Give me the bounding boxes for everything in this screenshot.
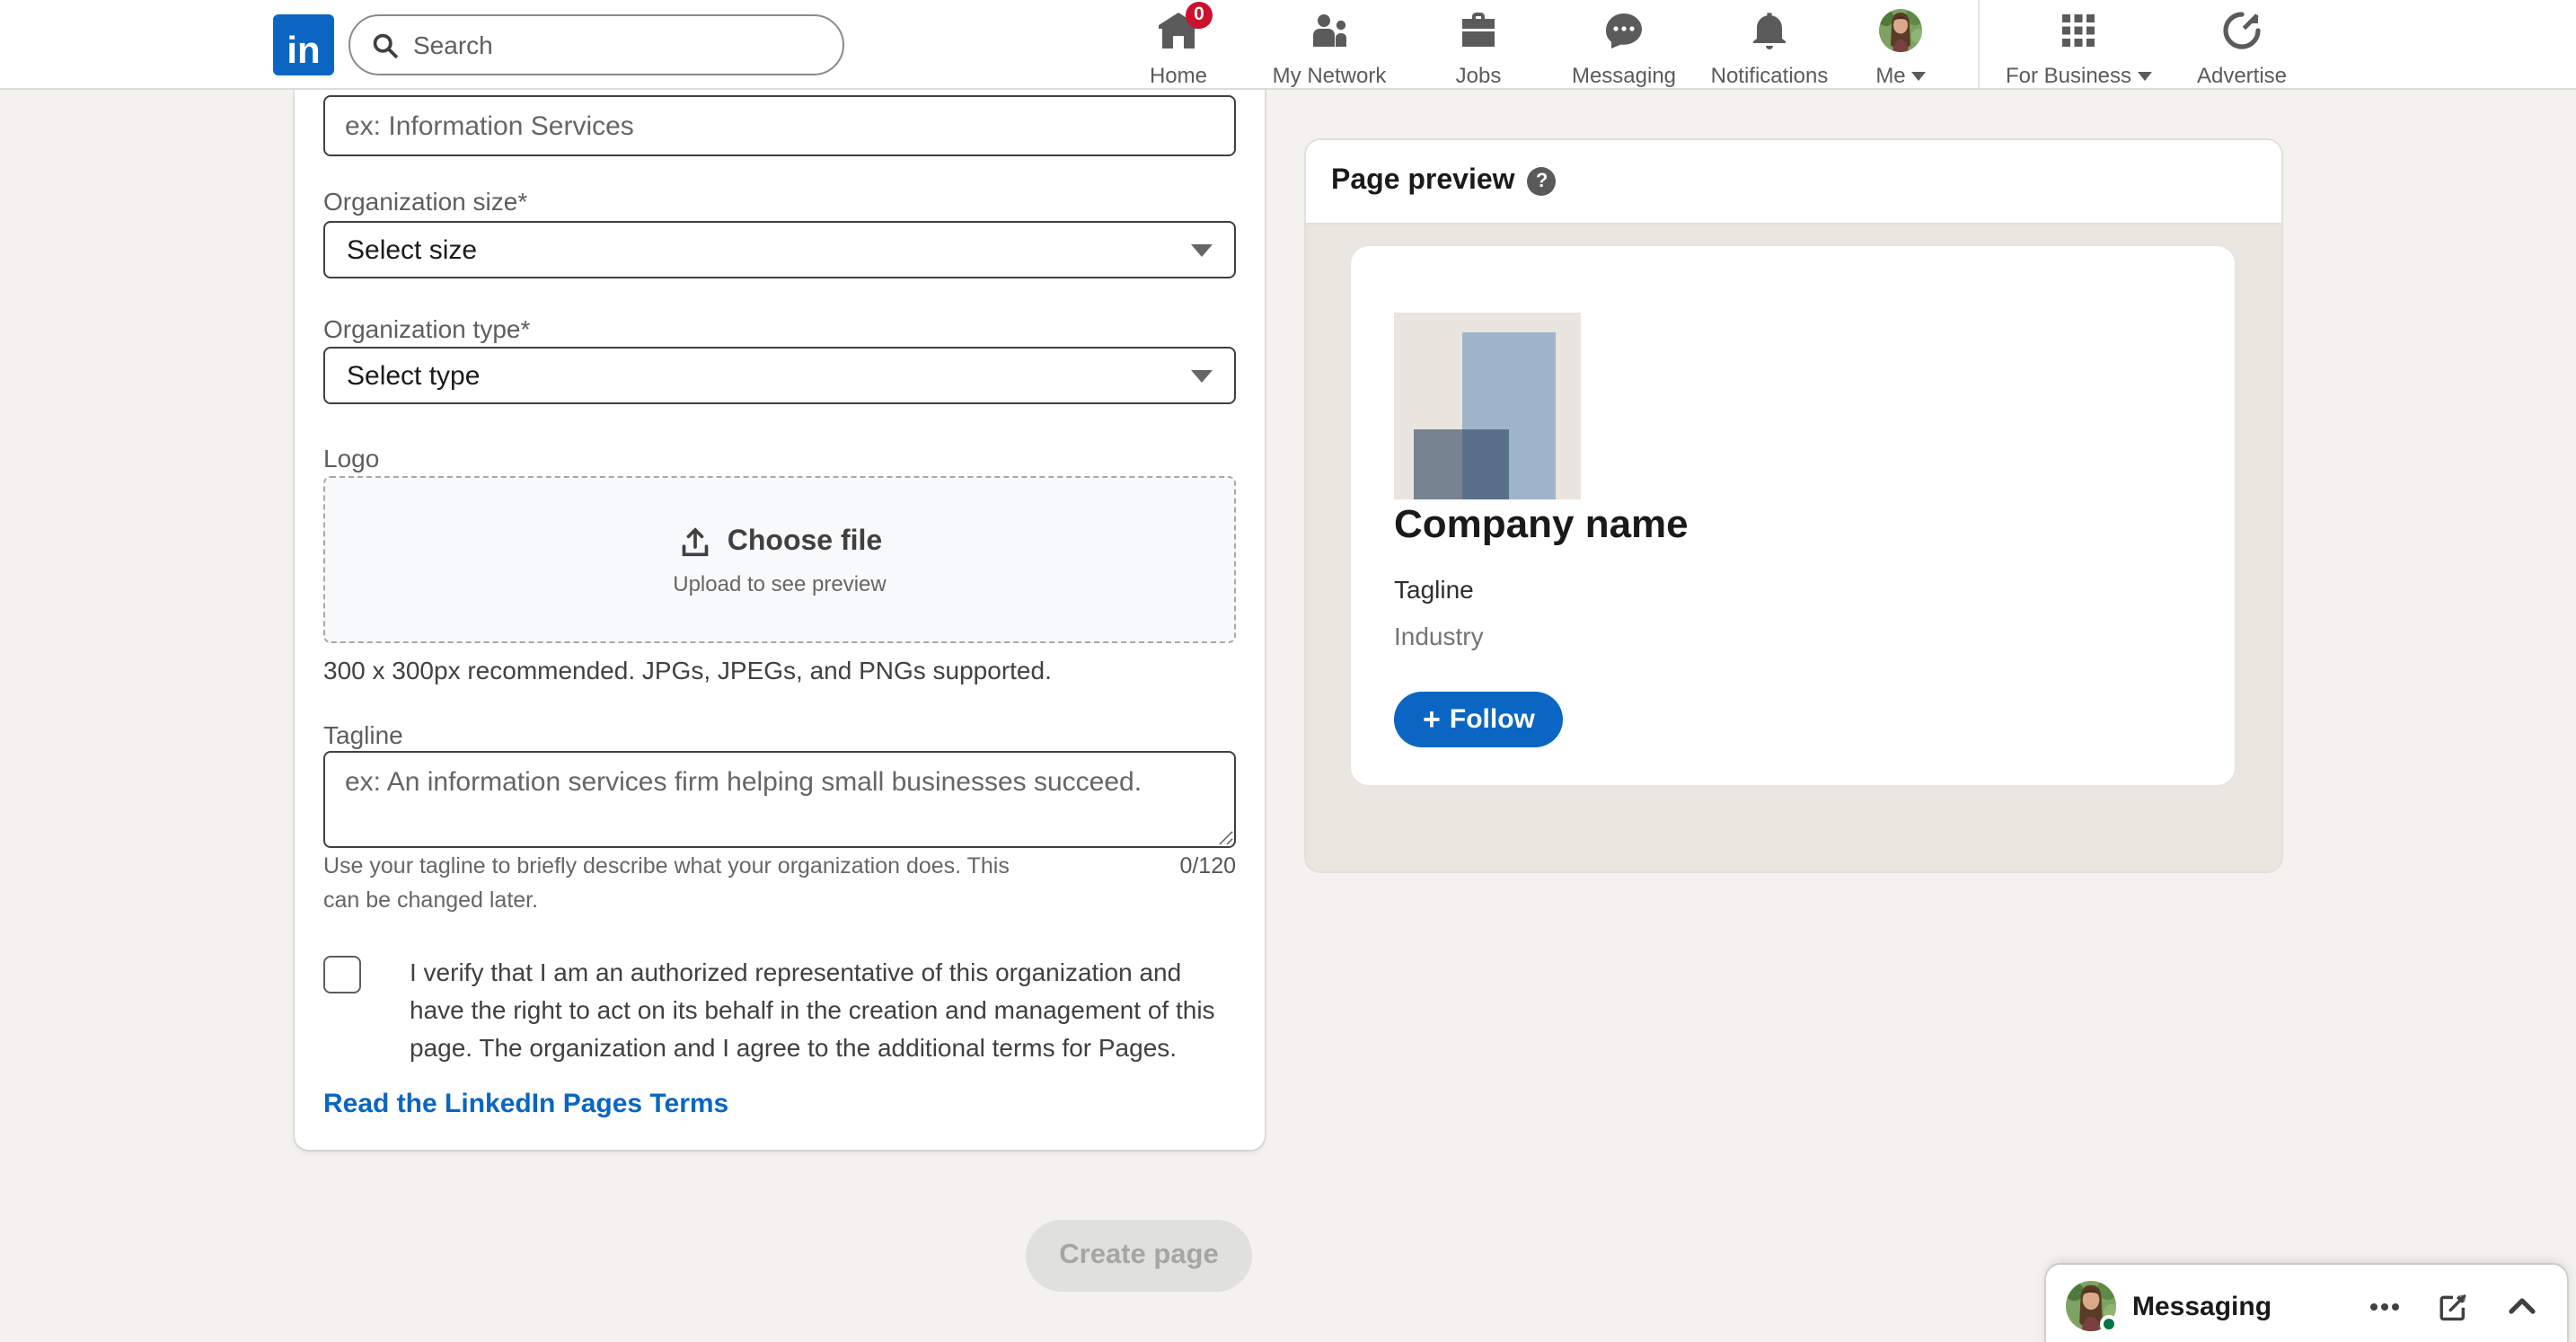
- tagline-char-counter: 0/120: [1179, 850, 1236, 920]
- nav-item-messaging[interactable]: Messaging: [1543, 9, 1705, 88]
- search-icon: [372, 31, 399, 58]
- messaging-dock-title: Messaging: [2132, 1291, 2369, 1321]
- nav-item-my-network[interactable]: My Network: [1248, 9, 1410, 88]
- logo-requirements-text: 300 x 300px recommended. JPGs, JPEGs, an…: [323, 656, 1236, 684]
- company-logo-placeholder: [1394, 313, 1581, 499]
- organization-size-select[interactable]: Select size: [323, 221, 1236, 278]
- search-bar[interactable]: [348, 14, 844, 75]
- notifications-icon: [1748, 9, 1791, 52]
- caret-down-icon: [1191, 243, 1213, 256]
- tagline-label: Tagline: [323, 720, 1236, 749]
- caret-down-icon: [1191, 369, 1213, 382]
- nav-label: Advertise: [2197, 63, 2287, 88]
- nav-label: Jobs: [1456, 63, 1502, 88]
- help-icon[interactable]: ?: [1528, 167, 1557, 196]
- nav-item-for-business[interactable]: For Business: [1989, 9, 2168, 88]
- messaging-dock[interactable]: Messaging: [2046, 1265, 2567, 1342]
- notification-badge: 0: [1186, 2, 1213, 29]
- linkedin-create-page-screen: in 0 Home My Net: [0, 0, 2576, 1342]
- tagline-helper-text: Use your tagline to briefly describe wha…: [323, 850, 1028, 920]
- plus-icon: +: [1423, 704, 1441, 735]
- nav-item-me[interactable]: Me: [1820, 9, 1981, 88]
- my-network-icon: [1308, 9, 1351, 52]
- search-input[interactable]: [413, 31, 790, 59]
- follow-button[interactable]: + Follow: [1394, 692, 1564, 747]
- grid-icon: [2057, 9, 2100, 52]
- nav-label: My Network: [1273, 63, 1387, 88]
- company-preview-card: Company name Tagline Industry + Follow: [1351, 246, 2235, 785]
- messaging-overflow-button[interactable]: [2369, 1291, 2400, 1321]
- chevron-down-icon: [1911, 71, 1926, 80]
- nav-label: Home: [1150, 63, 1207, 88]
- logo-label: Logo: [323, 444, 1236, 472]
- choose-file-label: Choose file: [728, 525, 882, 558]
- nav-item-advertise[interactable]: Advertise: [2161, 9, 2323, 88]
- preview-industry: Industry: [1394, 622, 1484, 650]
- organization-type-select[interactable]: Select type: [323, 347, 1236, 404]
- tagline-textarea[interactable]: [323, 751, 1236, 848]
- page-preview-header: Page preview ?: [1306, 140, 2281, 225]
- logo-bar-short: [1414, 429, 1509, 499]
- organization-name-input[interactable]: [323, 95, 1236, 156]
- online-status-dot: [2100, 1315, 2118, 1333]
- nav-divider: [1978, 0, 1980, 88]
- logo-upload-dropzone[interactable]: Choose file Upload to see preview: [323, 476, 1236, 643]
- preview-company-name: Company name: [1394, 501, 1689, 548]
- pages-terms-link[interactable]: Read the LinkedIn Pages Terms: [323, 1089, 728, 1119]
- organization-size-label: Organization size*: [323, 187, 1236, 216]
- upload-hint-text: Upload to see preview: [673, 570, 886, 596]
- more-horizontal-icon: [2369, 1302, 2400, 1311]
- jobs-icon: [1457, 9, 1500, 52]
- compose-message-button[interactable]: [2438, 1291, 2468, 1321]
- nav-label: For Business: [2006, 63, 2131, 88]
- global-nav: in 0 Home My Net: [0, 0, 2576, 90]
- linkedin-logo[interactable]: in: [273, 14, 334, 75]
- nav-label: Notifications: [1711, 63, 1829, 88]
- page-preview-panel: Page preview ? Company name Tagline Indu…: [1306, 140, 2281, 871]
- preview-tagline: Tagline: [1394, 575, 1474, 604]
- verify-representative-text: I verify that I am an authorized represe…: [361, 954, 1231, 1067]
- nav-label: Messaging: [1572, 63, 1676, 88]
- create-page-form-card: Organization size* Select size Organizat…: [295, 90, 1265, 1150]
- chevron-up-icon: [2507, 1297, 2536, 1315]
- chevron-down-icon: [2137, 71, 2151, 80]
- nav-label: Me: [1875, 63, 1905, 88]
- me-avatar: [1879, 9, 1922, 52]
- create-page-button[interactable]: Create page: [1026, 1220, 1252, 1292]
- verify-representative-checkbox[interactable]: [323, 956, 361, 993]
- selected-value: Select type: [347, 360, 480, 391]
- nav-item-home[interactable]: 0 Home: [1098, 9, 1259, 88]
- compose-icon: [2438, 1291, 2468, 1321]
- upload-icon: [677, 524, 713, 560]
- messaging-icon: [1602, 9, 1645, 52]
- organization-type-label: Organization type*: [323, 314, 1236, 343]
- nav-item-jobs[interactable]: Jobs: [1398, 9, 1559, 88]
- selected-value: Select size: [347, 234, 477, 265]
- expand-messaging-button[interactable]: [2506, 1291, 2536, 1321]
- advertise-icon: [2220, 9, 2263, 52]
- page-preview-title: Page preview: [1331, 165, 1515, 198]
- follow-label: Follow: [1450, 704, 1535, 735]
